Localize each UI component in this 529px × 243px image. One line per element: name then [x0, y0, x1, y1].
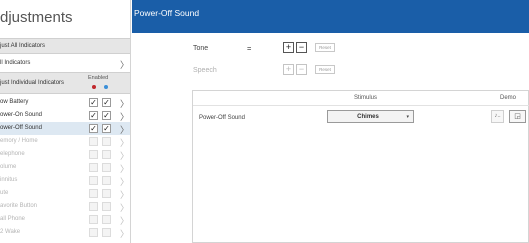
chevron-right-icon: 〉 [120, 60, 130, 70]
demo-column-header: Demo [500, 95, 517, 101]
speech-plus-button: + [283, 64, 294, 75]
enable-checkbox-left [89, 150, 98, 159]
tone-minus-button[interactable]: − [296, 42, 307, 53]
indicator-label: emory / Home [0, 138, 38, 144]
enable-checkbox-left[interactable]: ✓ [89, 124, 98, 133]
individual-indicators-section-header: just Individual Indicators Enabled [0, 72, 130, 94]
enable-checkbox-left [89, 189, 98, 198]
chevron-down-icon: ▾ [406, 114, 409, 120]
tone-equals: = [247, 44, 252, 53]
indicator-row-volume[interactable]: olume 〉 [0, 161, 130, 174]
indicator-row-favorite-button[interactable]: avorite Button 〉 [0, 200, 130, 213]
enable-checkbox-right[interactable]: ✓ [102, 111, 111, 120]
tone-label: Tone [193, 45, 209, 52]
stimulus-select[interactable]: Chimes ▾ [327, 110, 414, 123]
red-dot-icon [92, 85, 96, 89]
enable-checkbox-left[interactable]: ✓ [89, 98, 98, 107]
chevron-right-icon: 〉 [120, 229, 130, 239]
enable-checkbox-left [89, 137, 98, 146]
blue-dot-icon [104, 85, 108, 89]
all-indicators-section-header: just All Indicators [0, 38, 130, 54]
stimulus-select-value: Chimes [357, 114, 379, 120]
panel-title: djustments [0, 9, 73, 26]
enable-checkbox-left [89, 163, 98, 172]
enable-checkbox-left[interactable]: ✓ [89, 111, 98, 120]
enable-checkbox-left [89, 202, 98, 211]
enable-checkbox-left [89, 215, 98, 224]
indicator-label: 2 Wake [0, 229, 21, 235]
all-indicators-label: ll Indicators [0, 60, 31, 66]
indicator-label: ow Battery [0, 99, 29, 105]
tone-reset-button[interactable]: Reset [315, 43, 335, 52]
detail-header: Power-Off Sound [132, 0, 529, 33]
enabled-column-label: Enabled [88, 75, 109, 81]
enable-checkbox-right [102, 215, 111, 224]
enable-checkbox-right [102, 228, 111, 237]
stimulus-column-header: Stimulus [354, 95, 378, 101]
enable-checkbox-right [102, 137, 111, 146]
all-indicators-item[interactable]: ll Indicators 〉 [0, 56, 130, 70]
stimulus-table: Stimulus Demo Power-Off Sound Chimes ▾ ♪… [192, 90, 529, 243]
table-divider [193, 105, 529, 106]
left-panel: djustments just All Indicators ll Indica… [0, 0, 131, 243]
enable-checkbox-left [89, 228, 98, 237]
enable-checkbox-right [102, 163, 111, 172]
enable-checkbox-right [102, 202, 111, 211]
detail-title: Power-Off Sound [134, 8, 200, 18]
indicator-label: ute [0, 190, 9, 196]
indicator-label: olume [0, 164, 17, 170]
indicator-row-power-off-sound[interactable]: ower-Off Sound ✓ ✓ 〉 [0, 122, 130, 135]
indicator-label: ower-Off Sound [0, 125, 42, 131]
enable-checkbox-right[interactable]: ✓ [102, 124, 111, 133]
indicator-row-wake[interactable]: 2 Wake 〉 [0, 226, 130, 239]
indicator-label: all Phone [0, 216, 26, 222]
indicator-row-low-battery[interactable]: ow Battery ✓ ✓ 〉 [0, 96, 130, 109]
indicator-row-memory-home[interactable]: emory / Home 〉 [0, 135, 130, 148]
enable-checkbox-right[interactable]: ✓ [102, 98, 111, 107]
speech-label: Speech [193, 67, 217, 74]
indicator-label: elephone [0, 151, 25, 157]
indicator-label: innitus [0, 177, 18, 183]
enable-checkbox-right [102, 176, 111, 185]
demo-window-button[interactable]: ◲ [509, 110, 526, 123]
tone-control-row: Tone = + − Reset [132, 42, 529, 56]
individual-indicators-section-label: just Individual Indicators [0, 80, 65, 86]
speech-control-row: Speech + − Reset [132, 64, 529, 78]
all-indicators-section-label: just All Indicators [0, 43, 46, 49]
enable-checkbox-right [102, 150, 111, 159]
tone-plus-button[interactable]: + [283, 42, 294, 53]
indicator-label: ower-On Sound [0, 112, 43, 118]
indicator-row-tinnitus[interactable]: innitus 〉 [0, 174, 130, 187]
indicator-label: avorite Button [0, 203, 38, 209]
enable-checkbox-right [102, 189, 111, 198]
indicator-row-power-on-sound[interactable]: ower-On Sound ✓ ✓ 〉 [0, 109, 130, 122]
indicator-row-call-phone[interactable]: all Phone 〉 [0, 213, 130, 226]
enable-checkbox-left [89, 176, 98, 185]
table-row-label: Power-Off Sound [199, 115, 245, 121]
speech-minus-button: − [296, 64, 307, 75]
demo-play-button[interactable]: ♪.. [491, 110, 504, 123]
speech-reset-button: Reset [315, 65, 335, 74]
indicator-row-telephone[interactable]: elephone 〉 [0, 148, 130, 161]
indicator-row-mute[interactable]: ute 〉 [0, 187, 130, 200]
